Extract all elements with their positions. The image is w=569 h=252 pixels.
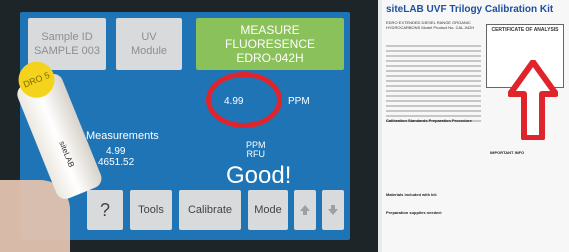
- up-arrow-button[interactable]: [294, 190, 316, 230]
- measurements-label: Measurements: [86, 130, 159, 142]
- measurement-ppm-value: 4.99: [106, 146, 126, 157]
- instruction-sheet: siteLAB UVF Trilogy Calibration Kit EDRO…: [382, 0, 569, 252]
- help-button[interactable]: ?: [87, 190, 123, 230]
- measure-model: EDRO-042H: [236, 51, 304, 65]
- uv-module-tile[interactable]: UV Module: [116, 18, 182, 70]
- measurement-units: PPM RFU: [246, 141, 266, 159]
- red-up-arrow-icon: [508, 60, 558, 140]
- status-text: Good!: [226, 162, 292, 189]
- uv-label: UV: [141, 31, 157, 43]
- down-arrow-icon: [328, 205, 338, 215]
- sample-id-value: SAMPLE 003: [33, 45, 101, 57]
- reading-unit: PPM: [288, 96, 310, 107]
- down-arrow-button[interactable]: [322, 190, 344, 230]
- tools-button[interactable]: Tools: [130, 190, 172, 230]
- document-title: siteLAB UVF Trilogy Calibration Kit: [386, 4, 554, 15]
- document-subtitle: EDRO EXTENDED DIESEL RANGE ORGANIC HYDRO…: [386, 20, 475, 30]
- supplies-heading: Preparation supplies needed:: [386, 210, 443, 215]
- measure-title: MEASURE FLUORESENCE: [224, 23, 316, 51]
- unit-rfu: RFU: [246, 149, 266, 159]
- measure-fluorescence-tile[interactable]: MEASURE FLUORESENCE EDRO-042H: [196, 18, 344, 70]
- device-photo: Sample ID SAMPLE 003 UV Module MEASURE F…: [0, 0, 378, 252]
- materials-heading: Materials included with kit:: [386, 192, 438, 197]
- highlight-circle: [206, 72, 282, 128]
- certificate-title: CERTIFICATE OF ANALYSIS: [491, 27, 559, 33]
- up-arrow-icon: [300, 205, 310, 215]
- sample-id-label: Sample ID: [41, 31, 93, 43]
- important-info-heading: IMPORTANT INFO: [490, 150, 525, 155]
- procedure-heading: Calibration Standards Preparation Proced…: [386, 118, 472, 123]
- module-label: Module: [130, 45, 168, 57]
- mode-button[interactable]: Mode: [248, 190, 288, 230]
- calibrate-button[interactable]: Calibrate: [179, 190, 241, 230]
